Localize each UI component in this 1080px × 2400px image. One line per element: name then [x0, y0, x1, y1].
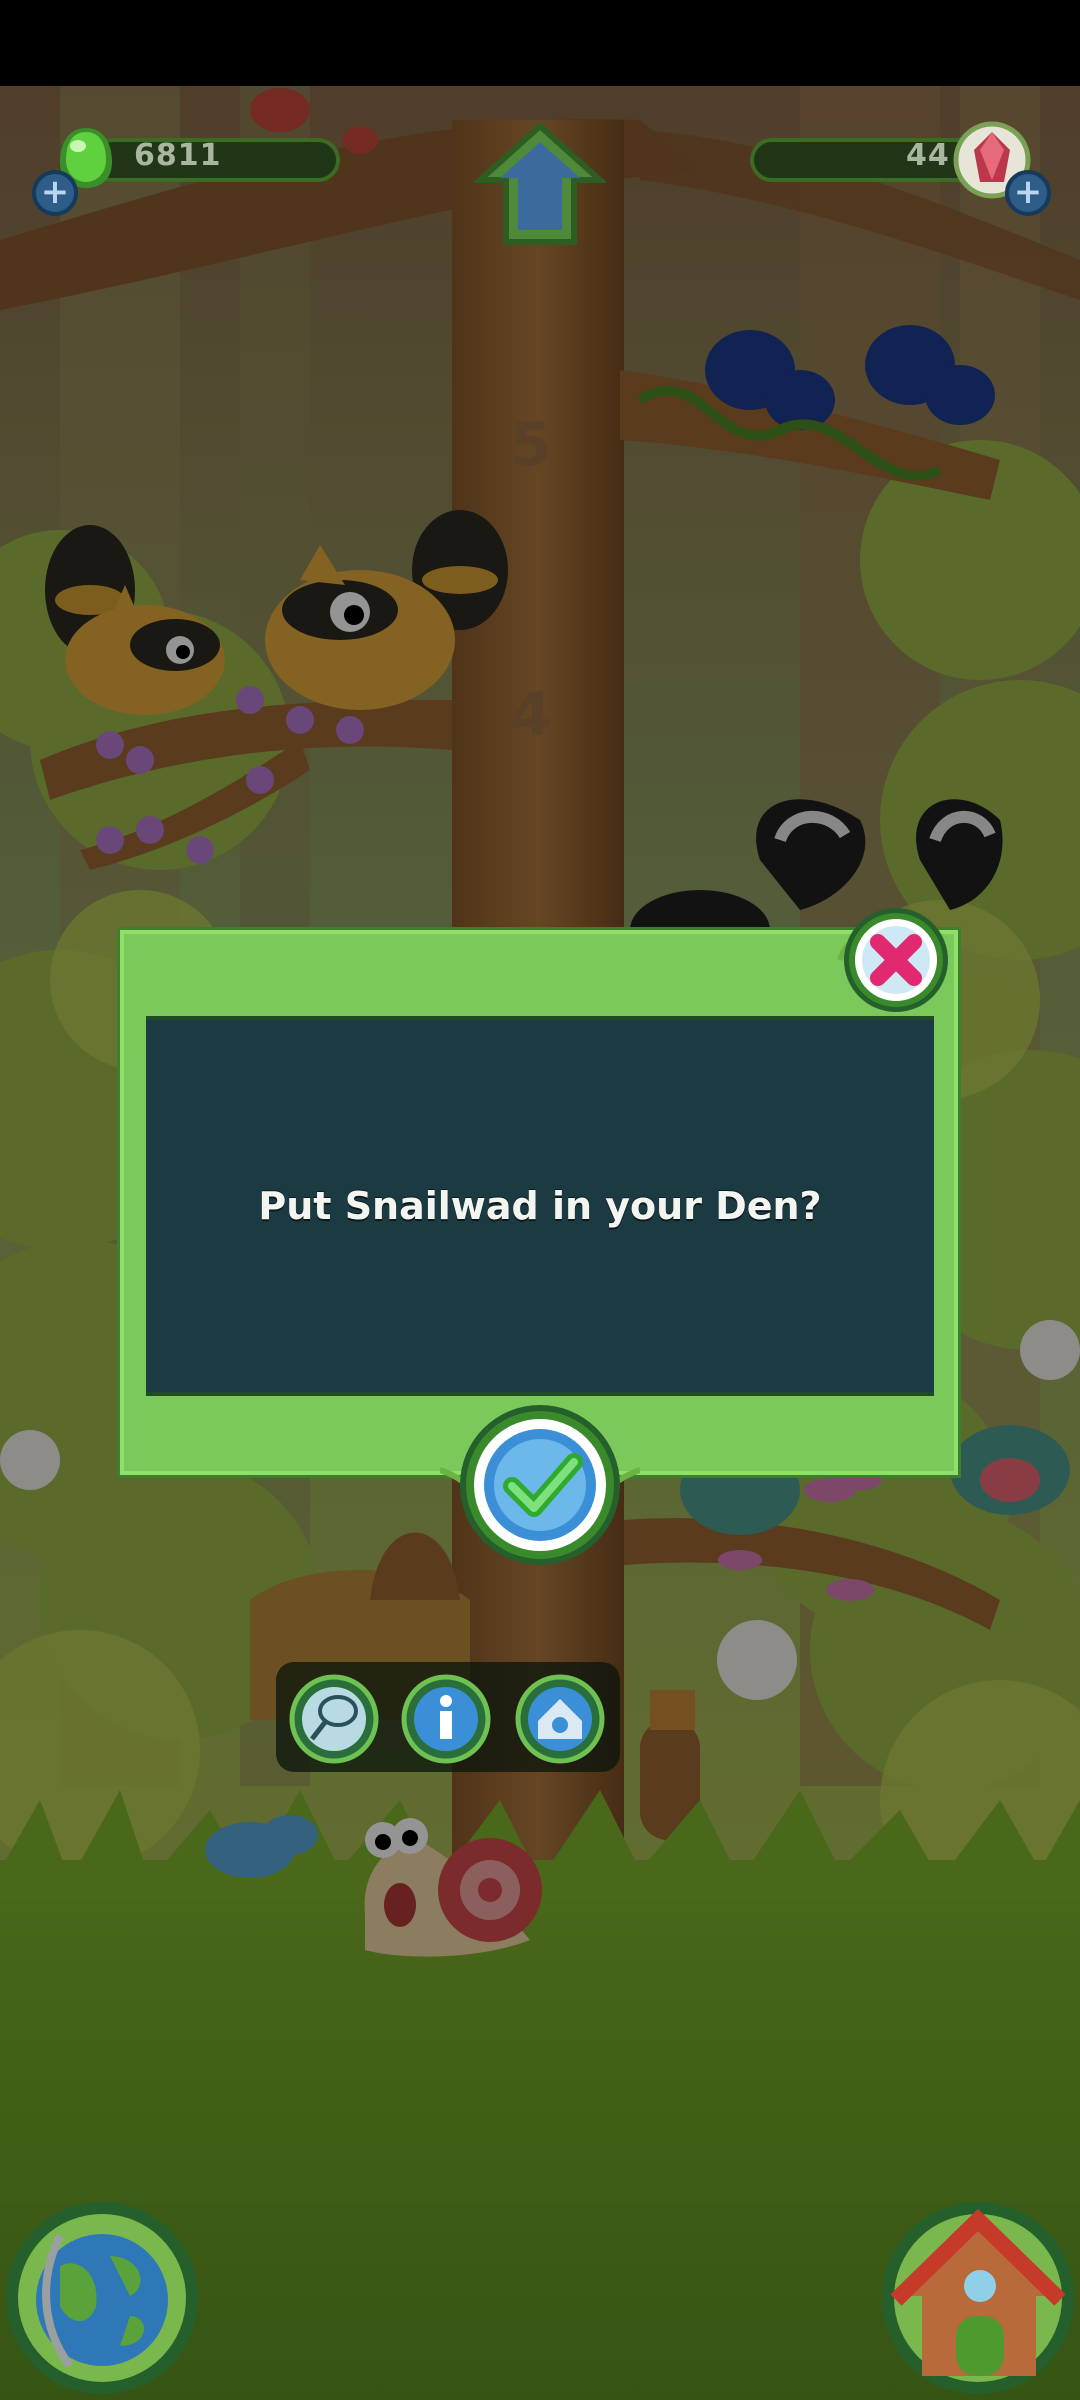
tree-marker-4: 4 [510, 680, 552, 750]
dialog-message-panel: Put Snailwad in your Den? [146, 1016, 934, 1396]
home-arrow-icon[interactable] [474, 120, 606, 250]
checkmark-icon[interactable] [440, 1400, 640, 1570]
add-gel-button[interactable]: + [32, 170, 78, 216]
info-icon[interactable] [400, 1673, 492, 1765]
game-screen: 5 4 6811 + 44 + Put Snailwad in your Den… [0, 0, 1080, 2400]
close-x-icon[interactable] [830, 900, 956, 1020]
den-icon[interactable] [514, 1673, 606, 1765]
dialog-message: Put Snailwad in your Den? [258, 1184, 822, 1228]
den-house-icon[interactable] [876, 2196, 1080, 2400]
globe-icon[interactable] [0, 2196, 204, 2400]
gem-count: 44 [906, 138, 950, 173]
net-icon[interactable] [288, 1673, 380, 1765]
add-gem-button[interactable]: + [1005, 170, 1051, 216]
tree-marker-5: 5 [510, 410, 552, 480]
gel-count: 6811 [134, 138, 222, 173]
